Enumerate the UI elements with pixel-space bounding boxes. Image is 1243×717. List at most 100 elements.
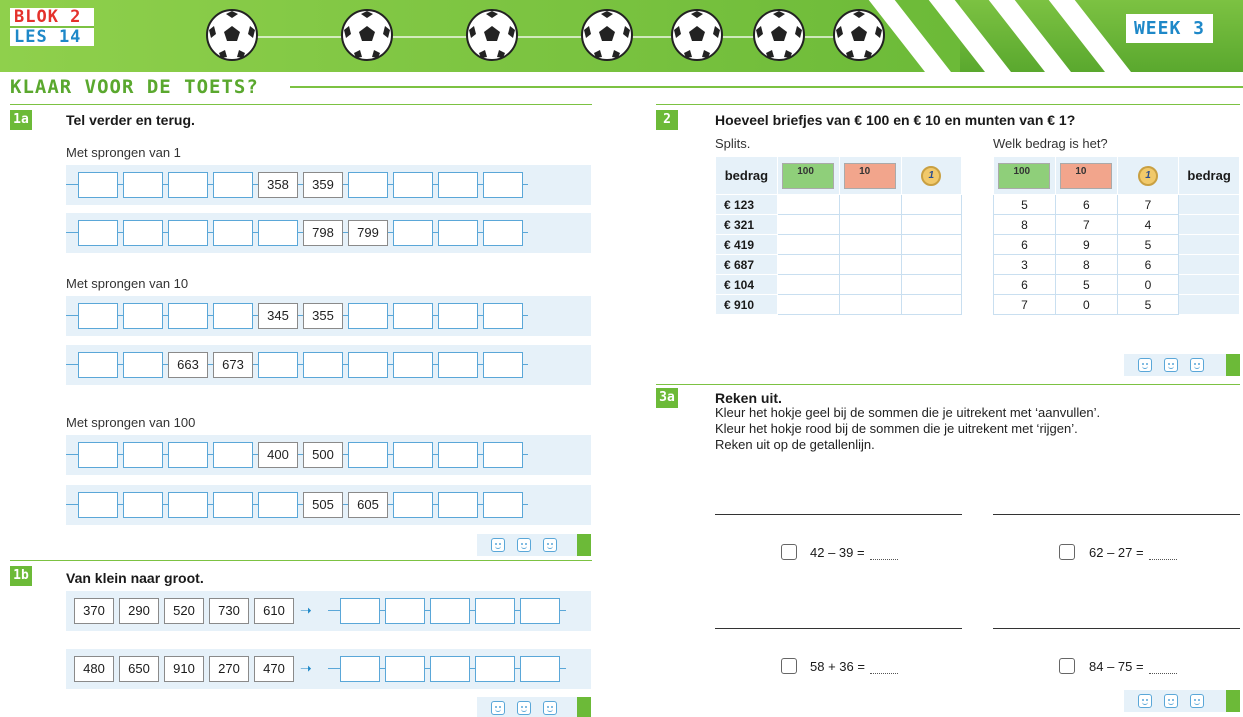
color-checkbox[interactable] <box>781 544 797 560</box>
answer-box[interactable] <box>78 220 118 246</box>
smiley-icon[interactable] <box>517 701 531 715</box>
answer-blank[interactable] <box>1149 673 1177 674</box>
answer-box[interactable] <box>520 598 560 624</box>
answer-cell[interactable] <box>838 234 902 255</box>
answer-box[interactable] <box>348 172 388 198</box>
answer-box[interactable] <box>483 220 523 246</box>
answer-box[interactable] <box>483 172 523 198</box>
answer-box[interactable] <box>393 220 433 246</box>
answer-box[interactable] <box>483 303 523 329</box>
smiley-icon[interactable] <box>1190 694 1204 708</box>
answer-box[interactable] <box>483 442 523 468</box>
answer-box[interactable] <box>123 220 163 246</box>
answer-cell[interactable] <box>1178 234 1240 255</box>
answer-box[interactable] <box>393 172 433 198</box>
answer-box[interactable] <box>393 442 433 468</box>
answer-cell[interactable] <box>776 254 840 275</box>
answer-box[interactable] <box>438 492 478 518</box>
answer-box[interactable] <box>430 598 470 624</box>
answer-box[interactable] <box>78 442 118 468</box>
answer-blank[interactable] <box>1149 559 1177 560</box>
number-line-drawing[interactable] <box>993 514 1240 515</box>
answer-box[interactable] <box>168 303 208 329</box>
smiley-icon[interactable] <box>517 538 531 552</box>
answer-cell[interactable] <box>776 274 840 295</box>
answer-box[interactable] <box>213 442 253 468</box>
answer-box[interactable] <box>348 442 388 468</box>
answer-cell[interactable] <box>776 234 840 255</box>
answer-box[interactable] <box>340 656 380 682</box>
answer-box[interactable] <box>168 492 208 518</box>
number-line-drawing[interactable] <box>715 514 962 515</box>
number-line-drawing[interactable] <box>715 628 962 629</box>
answer-cell[interactable] <box>838 254 902 275</box>
answer-box[interactable] <box>483 492 523 518</box>
answer-box[interactable] <box>168 172 208 198</box>
smiley-icon[interactable] <box>491 701 505 715</box>
answer-cell[interactable] <box>838 194 902 215</box>
answer-cell[interactable] <box>900 294 963 315</box>
answer-box[interactable] <box>520 656 560 682</box>
number-line-drawing[interactable] <box>993 628 1240 629</box>
answer-box[interactable] <box>123 172 163 198</box>
answer-box[interactable] <box>78 492 118 518</box>
answer-box[interactable] <box>78 352 118 378</box>
answer-box[interactable] <box>258 352 298 378</box>
answer-box[interactable] <box>438 303 478 329</box>
answer-box[interactable] <box>213 492 253 518</box>
answer-cell[interactable] <box>1178 254 1240 275</box>
answer-cell[interactable] <box>900 234 963 255</box>
answer-blank[interactable] <box>870 673 898 674</box>
smiley-icon[interactable] <box>1164 358 1178 372</box>
answer-blank[interactable] <box>870 559 898 560</box>
answer-cell[interactable] <box>838 214 902 235</box>
color-checkbox[interactable] <box>1059 544 1075 560</box>
smiley-icon[interactable] <box>543 538 557 552</box>
answer-box[interactable] <box>78 303 118 329</box>
answer-box[interactable] <box>213 172 253 198</box>
answer-box[interactable] <box>393 352 433 378</box>
answer-box[interactable] <box>123 352 163 378</box>
answer-cell[interactable] <box>1178 274 1240 295</box>
color-checkbox[interactable] <box>1059 658 1075 674</box>
answer-box[interactable] <box>393 303 433 329</box>
answer-box[interactable] <box>168 220 208 246</box>
answer-box[interactable] <box>78 172 118 198</box>
answer-cell[interactable] <box>838 274 902 295</box>
answer-box[interactable] <box>348 303 388 329</box>
answer-cell[interactable] <box>838 294 902 315</box>
answer-cell[interactable] <box>1178 294 1240 315</box>
answer-box[interactable] <box>123 303 163 329</box>
answer-cell[interactable] <box>900 194 963 215</box>
answer-cell[interactable] <box>1178 194 1240 215</box>
answer-box[interactable] <box>475 656 515 682</box>
color-checkbox[interactable] <box>781 658 797 674</box>
answer-box[interactable] <box>438 442 478 468</box>
answer-cell[interactable] <box>900 274 963 295</box>
answer-box[interactable] <box>385 598 425 624</box>
answer-box[interactable] <box>348 352 388 378</box>
answer-box[interactable] <box>258 220 298 246</box>
answer-box[interactable] <box>258 492 298 518</box>
answer-box[interactable] <box>430 656 470 682</box>
smiley-icon[interactable] <box>1190 358 1204 372</box>
smiley-icon[interactable] <box>491 538 505 552</box>
answer-box[interactable] <box>213 303 253 329</box>
answer-cell[interactable] <box>900 214 963 235</box>
answer-box[interactable] <box>438 172 478 198</box>
answer-box[interactable] <box>168 442 208 468</box>
smiley-icon[interactable] <box>1164 694 1178 708</box>
smiley-icon[interactable] <box>543 701 557 715</box>
answer-box[interactable] <box>123 442 163 468</box>
answer-cell[interactable] <box>776 214 840 235</box>
answer-box[interactable] <box>340 598 380 624</box>
answer-box[interactable] <box>385 656 425 682</box>
answer-box[interactable] <box>438 220 478 246</box>
answer-cell[interactable] <box>1178 214 1240 235</box>
answer-box[interactable] <box>393 492 433 518</box>
answer-cell[interactable] <box>900 254 963 275</box>
answer-box[interactable] <box>475 598 515 624</box>
answer-box[interactable] <box>438 352 478 378</box>
answer-cell[interactable] <box>776 294 840 315</box>
answer-box[interactable] <box>483 352 523 378</box>
